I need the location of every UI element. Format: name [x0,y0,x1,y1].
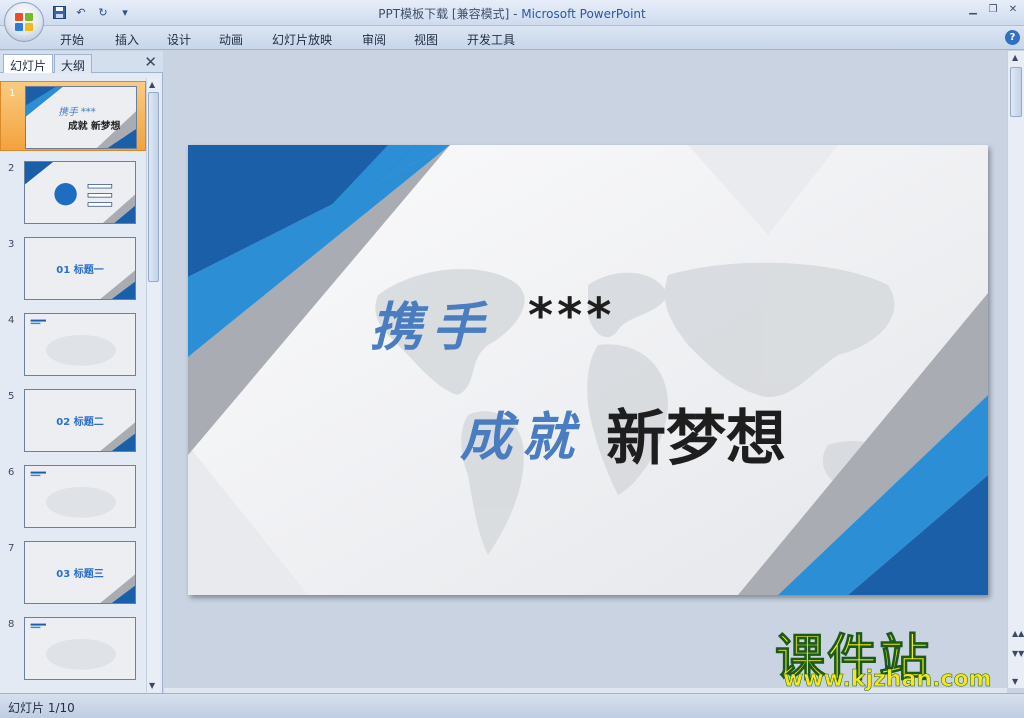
tab-slide-show[interactable]: 幻灯片放映 [272,31,332,48]
scrollbar-thumb[interactable] [148,92,159,282]
slide-thumbnail-3[interactable]: 3 01 标题一 [0,233,146,303]
pane-tab-bar: 幻灯片 大纲 ✕ [0,51,163,73]
office-logo-icon [15,13,34,32]
slide-thumbnail-1[interactable]: 1 携手 *** 成就 新梦想 [0,81,146,151]
thumbnail-preview [24,617,136,680]
slide-editor: 携手 *** 成就 新梦想 [164,51,1007,688]
slide-line2-calligraphy[interactable]: 成就 [460,395,584,470]
slide-number: 6 [8,467,15,478]
content-thumbnail-graphic [25,466,135,527]
slide-number: 1 [9,88,16,99]
thumbnail-list: 1 携手 *** 成就 新梦想 2 3 01 标题一 4 5 02 标题二 6 … [0,78,146,692]
slide-number: 4 [8,315,15,326]
tab-insert[interactable]: 插入 [115,31,139,48]
slide-counter: 幻灯片 1/10 [8,701,75,715]
thumbnail-title: 01 标题一 [56,265,104,276]
slide-background-graphic [188,145,988,595]
slide-line2-title[interactable]: 新梦想 [606,390,786,477]
close-pane-icon[interactable]: ✕ [144,53,157,71]
office-button[interactable] [4,2,44,42]
svg-text:成就 新梦想: 成就 新梦想 [68,119,121,132]
minimize-icon[interactable]: ▁ [966,3,980,17]
thumbnail-preview [24,161,136,224]
thumbnail-preview: 携手 *** 成就 新梦想 [25,86,137,149]
content-thumbnail-graphic [25,314,135,375]
window-title: PPT模板下载 [兼容模式] - Microsoft PowerPoint [0,5,1024,22]
tab-home[interactable]: 开始 [60,31,84,48]
thumbnail-preview: 02 标题二 [24,389,136,452]
slide-thumbnail-8[interactable]: 8 [0,613,146,683]
close-icon[interactable]: ✕ [1006,3,1020,17]
thumbnail-title: 02 标题二 [56,417,104,428]
slide-number: 5 [8,391,15,402]
tab-slides[interactable]: 幻灯片 [3,54,54,73]
thumbnail-preview [24,465,136,528]
scrollbar-thumb[interactable] [1010,67,1022,117]
slide-number: 2 [8,163,15,174]
editor-scrollbar[interactable]: ▲ ▲▲ ▼▼ ▼ [1007,51,1024,688]
slide-thumbnail-2[interactable]: 2 [0,157,146,227]
watermark-url: www.kjzhan.com [783,667,992,693]
title-separator: - [509,7,522,21]
scroll-up-icon[interactable]: ▲ [149,80,155,89]
slide-number: 3 [8,239,15,250]
slides-pane: 幻灯片 大纲 ✕ 1 携手 *** 成就 新梦想 2 3 01 标题一 4 5 … [0,51,163,693]
current-slide[interactable]: 携手 *** 成就 新梦想 [188,145,988,595]
scroll-down-icon[interactable]: ▼ [1012,677,1018,686]
svg-text:携手 ***: 携手 *** [58,106,96,118]
thumbnail-title: 03 标题三 [56,569,104,580]
tab-animations[interactable]: 动画 [219,31,243,48]
ribbon-tab-bar: 开始 插入 设计 动画 幻灯片放映 审阅 视图 开发工具 ? [0,26,1024,50]
slide-number: 8 [8,619,15,630]
slide-number: 7 [8,543,15,554]
app-name: Microsoft PowerPoint [521,7,646,21]
thumbnail-scrollbar[interactable]: ▲ ▼ [146,78,160,692]
scroll-up-icon[interactable]: ▲ [1012,53,1018,62]
tab-developer[interactable]: 开发工具 [467,31,515,48]
tab-outline[interactable]: 大纲 [54,54,93,73]
previous-slide-icon[interactable]: ▲▲ [1012,629,1024,638]
status-bar: 幻灯片 1/10 [0,693,1024,718]
tab-view[interactable]: 视图 [414,31,438,48]
slide-thumbnail-4[interactable]: 4 [0,309,146,379]
thumbnail-preview: 01 标题一 [24,237,136,300]
restore-icon[interactable]: ❐ [986,3,1000,17]
slide-line1-stars[interactable]: *** [528,288,615,344]
toc-thumbnail-graphic [25,162,135,223]
next-slide-icon[interactable]: ▼▼ [1012,649,1024,658]
window-controls: ▁ ❐ ✕ [966,3,1020,17]
thumbnail-preview: 03 标题三 [24,541,136,604]
content-thumbnail-graphic [25,618,135,679]
document-title: PPT模板下载 [兼容模式] [378,7,510,21]
cover-thumbnail-graphic: 携手 *** 成就 新梦想 [26,87,136,148]
scroll-down-icon[interactable]: ▼ [149,681,155,690]
slide-thumbnail-6[interactable]: 6 [0,461,146,531]
tab-review[interactable]: 审阅 [362,31,386,48]
slide-thumbnail-7[interactable]: 7 03 标题三 [0,537,146,607]
help-icon[interactable]: ? [1005,30,1020,45]
tab-design[interactable]: 设计 [167,31,191,48]
thumbnail-preview [24,313,136,376]
title-bar: ↶ ↻ ▾ PPT模板下载 [兼容模式] - Microsoft PowerPo… [0,0,1024,26]
slide-line1-calligraphy[interactable]: 携手 [370,285,494,360]
slide-thumbnail-5[interactable]: 5 02 标题二 [0,385,146,455]
